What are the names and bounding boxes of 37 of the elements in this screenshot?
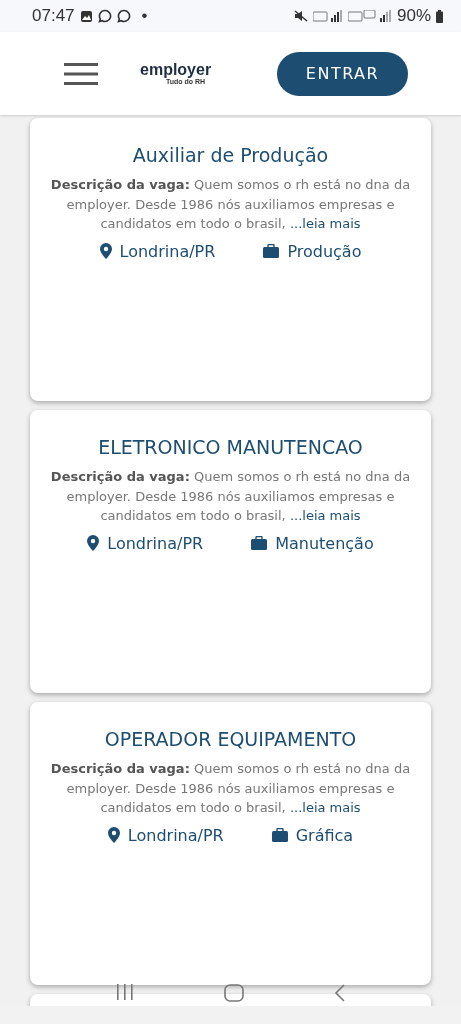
location-pin-icon <box>87 535 100 551</box>
read-more-link[interactable]: ...leia mais <box>289 508 361 523</box>
login-button[interactable]: ENTRAR <box>277 51 408 96</box>
job-description: Descrição da vaga: Quem somos o rh está no dna da employer. Desde 1986 nós auxiliamos empresas e candidatos em todo o brasil, ...leia mais <box>49 468 412 525</box>
job-category: Gráfica <box>295 825 354 845</box>
back-icon[interactable] <box>334 984 347 1002</box>
job-title[interactable]: ELETRONICO MANUTENCAO <box>98 436 363 458</box>
job-category: Manutenção <box>275 533 374 553</box>
job-description: Descrição da vaga: Quem somos o rh está no dna da employer. Desde 1986 nós auxiliamos empresas e candidatos em todo o brasil, ...leia mais <box>49 760 412 817</box>
battery-icon <box>436 9 443 23</box>
briefcase-icon <box>271 828 288 842</box>
job-location: Londrina/PR <box>119 241 216 261</box>
battery-percent: 90% <box>396 6 431 26</box>
read-more-link[interactable]: ...leia mais <box>289 216 361 231</box>
clock: 07:47 <box>32 6 75 26</box>
chat-icon <box>97 9 112 23</box>
notification-dot: • <box>141 6 148 26</box>
location-pin-icon <box>107 827 120 843</box>
job-title[interactable]: Auxiliar de Produção <box>132 144 329 166</box>
read-more-link[interactable]: ...leia mais <box>289 800 361 815</box>
briefcase-icon <box>263 244 280 258</box>
job-title[interactable]: OPERADOR EQUIPAMENTO <box>104 728 357 750</box>
menu-icon[interactable] <box>64 62 98 85</box>
gallery-icon <box>79 9 93 23</box>
signal-icon <box>347 10 392 22</box>
briefcase-icon <box>251 536 268 550</box>
job-location: Londrina/PR <box>127 825 224 845</box>
mute-icon <box>293 10 308 22</box>
job-location: Londrina/PR <box>107 533 204 553</box>
logo-wordmark: employer <box>140 62 212 78</box>
recent-apps-icon[interactable] <box>114 984 135 1000</box>
job-description: Descrição da vaga: Quem somos o rh está no dna da employer. Desde 1986 nós auxiliamos empresas e candidatos em todo o brasil, ...leia mais <box>49 176 412 233</box>
chat-icon <box>116 9 131 23</box>
job-category: Produção <box>287 241 362 261</box>
home-icon[interactable] <box>224 984 245 1002</box>
signal-icon <box>312 10 343 22</box>
location-pin-icon <box>99 243 112 259</box>
